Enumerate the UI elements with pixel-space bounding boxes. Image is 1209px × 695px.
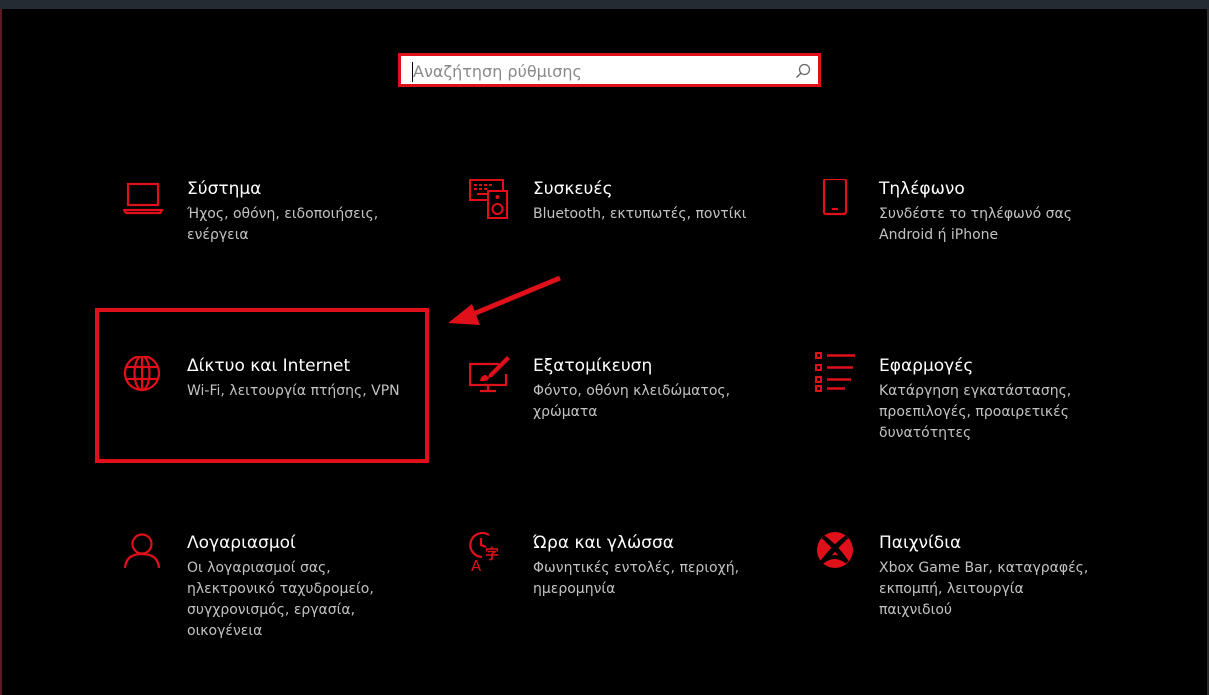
svg-text:字: 字 xyxy=(485,546,499,563)
tile-description: Φόντο, οθόνη κλειδώματος, χρώματα xyxy=(533,383,731,420)
personalization-icon xyxy=(469,356,510,393)
search-box[interactable] xyxy=(398,53,821,87)
person-icon xyxy=(123,533,161,569)
tile-title: Παιχνίδια xyxy=(879,533,962,553)
tile-apps[interactable]: Εφαρμογές Κατάργηση εγκατάστασης, προεπι… xyxy=(815,352,1115,447)
title-bar-strip xyxy=(0,0,1209,9)
tile-time-language[interactable]: A 字 Ώρα και γλώσσα Φωνητικές εντολές, πε… xyxy=(469,531,769,606)
tile-description: Xbox Game Bar, καταγραφές, εκπομπή, λειτ… xyxy=(879,560,1089,618)
window-left-border xyxy=(0,9,2,695)
tile-personalization[interactable]: Εξατομίκευση Φόντο, οθόνη κλειδώματος, χ… xyxy=(469,356,769,426)
tile-system[interactable]: Σύστημα Ήχος, οθόνη, ειδοποιήσεις, ενέργ… xyxy=(123,179,423,249)
text-caret xyxy=(412,62,413,82)
settings-window: Σύστημα Ήχος, οθόνη, ειδοποιήσεις, ενέργ… xyxy=(0,0,1209,695)
tile-description: Συνδέστε το τηλέφωνό σας Android ή iPhon… xyxy=(879,206,1072,243)
tile-title: Τηλέφωνο xyxy=(879,179,965,199)
laptop-icon xyxy=(123,182,164,215)
search-icon[interactable] xyxy=(794,62,812,80)
apps-list-icon xyxy=(815,352,855,392)
tile-title: Λογαριασμοί xyxy=(187,533,296,553)
devices-icon xyxy=(469,179,508,219)
tile-title: Εφαρμογές xyxy=(879,356,974,376)
tile-description: Φωνητικές εντολές, περιοχή, ημερομηνία xyxy=(533,560,740,597)
tile-accounts[interactable]: Λογαριασμοί Οι λογαριασμοί σας, ηλεκτρον… xyxy=(123,533,423,643)
tile-description: Ήχος, οθόνη, ειδοποιήσεις, ενέργεια xyxy=(187,206,379,243)
phone-icon xyxy=(822,179,848,216)
tile-title: Σύστημα xyxy=(187,179,262,199)
search-input[interactable] xyxy=(413,59,783,83)
annotation-arrow-icon xyxy=(448,275,561,325)
xbox-icon xyxy=(817,532,853,568)
time-language-icon: A 字 xyxy=(469,531,499,573)
tile-description: Κατάργηση εγκατάστασης, προεπιλογές, προ… xyxy=(879,383,1072,441)
tile-title: Συσκευές xyxy=(533,179,613,199)
tile-description: Bluetooth, εκτυπωτές, ποντίκι xyxy=(533,206,747,222)
svg-text:A: A xyxy=(471,557,482,573)
tile-title: Ώρα και γλώσσα xyxy=(533,533,674,553)
tile-devices[interactable]: Συσκευές Bluetooth, εκτυπωτές, ποντίκι xyxy=(469,179,769,239)
tile-description: Οι λογαριασμοί σας, ηλεκτρονικό ταχυδρομ… xyxy=(187,560,374,639)
tile-gaming[interactable]: Παιχνίδια Xbox Game Bar, καταγραφές, εκπ… xyxy=(815,531,1115,631)
highlight-box xyxy=(95,308,429,463)
tile-phone[interactable]: Τηλέφωνο Συνδέστε το τηλέφωνό σας Androi… xyxy=(815,179,1115,249)
tile-title: Εξατομίκευση xyxy=(533,356,653,376)
